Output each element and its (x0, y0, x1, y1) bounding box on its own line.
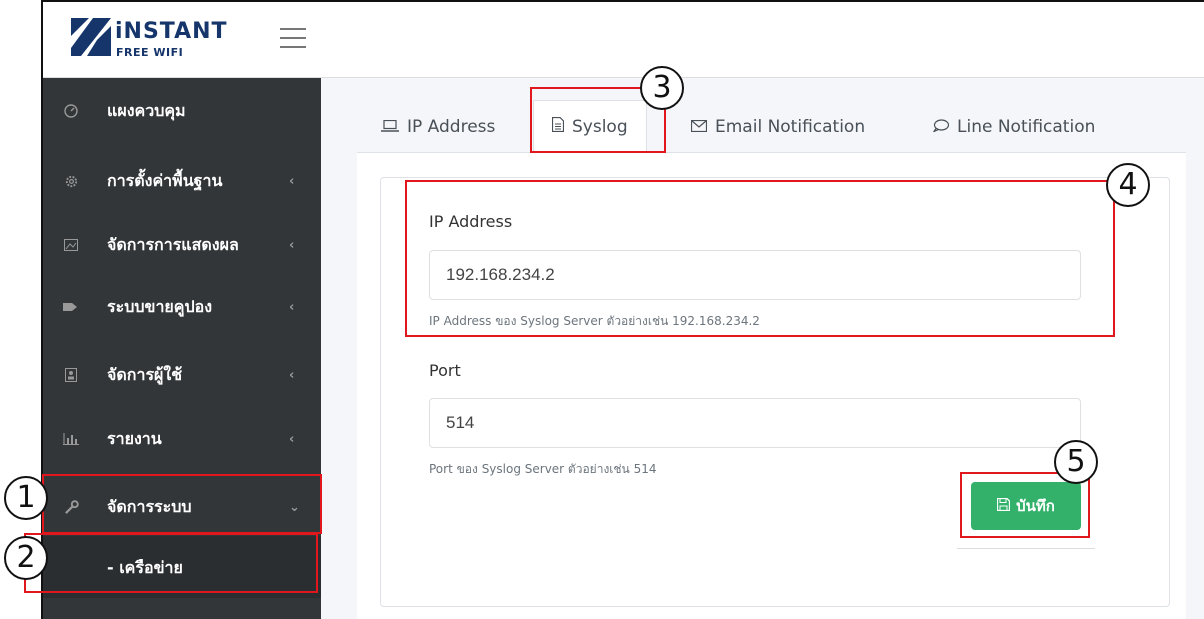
sidebar-item-label: จัดการระบบ (107, 496, 192, 516)
main-content: IP Address Syslog Email Notification Lin… (321, 78, 1204, 619)
callout-number: 5 (1054, 440, 1098, 484)
tab-label: IP Address (407, 117, 496, 137)
sidebar-item-label: จัดการผู้ใช้ (107, 364, 183, 384)
chevron-left-icon: ‹ (289, 299, 295, 315)
laptop-icon (381, 118, 399, 136)
sidebar-subitem-label: - เครือข่าย (107, 558, 183, 577)
divider (957, 548, 1095, 549)
gear-icon (62, 172, 80, 190)
chevron-left-icon: ‹ (289, 431, 295, 447)
callout-number: 4 (1106, 163, 1150, 207)
dashboard-icon (62, 102, 80, 120)
bar-chart-icon (62, 430, 80, 448)
chevron-down-icon: ⌄ (289, 499, 300, 515)
sidebar-item-system[interactable]: จัดการระบบ ⌄ (43, 474, 321, 540)
app-window: iNSTANT FREE WIFI แผงควบคุม การตั้งค่าพื… (41, 0, 1204, 619)
callout-number: 1 (4, 476, 48, 520)
tab-email-notification[interactable]: Email Notification (690, 102, 866, 152)
sidebar-subitem-network[interactable]: - เครือข่าย (43, 536, 321, 598)
port-label: Port (429, 361, 461, 380)
chat-bubble-icon (932, 118, 950, 136)
chevron-left-icon: ‹ (289, 237, 295, 253)
ip-address-help: IP Address ของ Syslog Server ตัวอย่างเช่… (429, 314, 760, 328)
sidebar-item-label: จัดการการแสดงผล (107, 234, 239, 254)
sidebar-item-label: การตั้งค่าพื้นฐาน (107, 170, 223, 190)
wrench-icon (62, 498, 80, 516)
tag-icon (62, 298, 80, 316)
top-bar: iNSTANT FREE WIFI (43, 2, 1204, 78)
sidebar-item-basic-settings[interactable]: การตั้งค่าพื้นฐาน ‹ (43, 148, 321, 214)
ip-address-label: IP Address (429, 212, 513, 231)
tab-bar: IP Address Syslog Email Notification Lin… (321, 88, 1204, 152)
sidebar-item-dashboard[interactable]: แผงควบคุม (43, 78, 321, 144)
save-button[interactable]: บันทึก (971, 482, 1081, 530)
image-icon (62, 236, 80, 254)
document-icon (551, 116, 565, 136)
sidebar-item-label: แผงควบคุม (107, 100, 186, 120)
port-help: Port ของ Syslog Server ตัวอย่างเช่น 514 (429, 462, 657, 476)
chevron-left-icon: ‹ (289, 173, 295, 189)
callout-number: 3 (640, 66, 684, 110)
brand-logo[interactable]: iNSTANT FREE WIFI (71, 18, 241, 62)
syslog-card: IP Address 192.168.234.2 IP Address ของ … (357, 152, 1186, 619)
brand-subtitle: FREE WIFI (116, 46, 184, 59)
tab-line-notification[interactable]: Line Notification (932, 102, 1096, 152)
sidebar-item-label: ระบบขายคูปอง (107, 296, 213, 316)
tab-label: Line Notification (957, 117, 1096, 137)
save-button-label: บันทึก (1016, 497, 1055, 515)
brand-title: iNSTANT (115, 19, 228, 44)
sidebar-item-display[interactable]: จัดการการแสดงผล ‹ (43, 212, 321, 278)
tab-label: Syslog (572, 116, 628, 137)
sidebar-item-users[interactable]: จัดการผู้ใช้ ‹ (43, 342, 321, 408)
sidebar-item-coupon-sales[interactable]: ระบบขายคูปอง ‹ (43, 274, 321, 340)
user-card-icon (62, 366, 80, 384)
ip-address-input[interactable]: 192.168.234.2 (429, 250, 1081, 300)
tab-label: Email Notification (715, 117, 866, 137)
tab-ip-address[interactable]: IP Address (381, 102, 495, 152)
sidebar-item-label: รายงาน (107, 428, 162, 448)
chevron-left-icon: ‹ (289, 367, 295, 383)
sidebar-item-reports[interactable]: รายงาน ‹ (43, 406, 321, 472)
logo-mark-icon (71, 18, 111, 56)
port-input[interactable]: 514 (429, 398, 1081, 448)
hamburger-icon[interactable] (280, 28, 306, 52)
sidebar: แผงควบคุม การตั้งค่าพื้นฐาน ‹ จัดการการแ… (43, 78, 321, 619)
tab-syslog[interactable]: Syslog (533, 100, 647, 152)
callout-number: 2 (4, 536, 48, 580)
syslog-form-panel: IP Address 192.168.234.2 IP Address ของ … (380, 177, 1170, 607)
floppy-disk-icon (996, 497, 1011, 515)
envelope-icon (690, 118, 708, 136)
